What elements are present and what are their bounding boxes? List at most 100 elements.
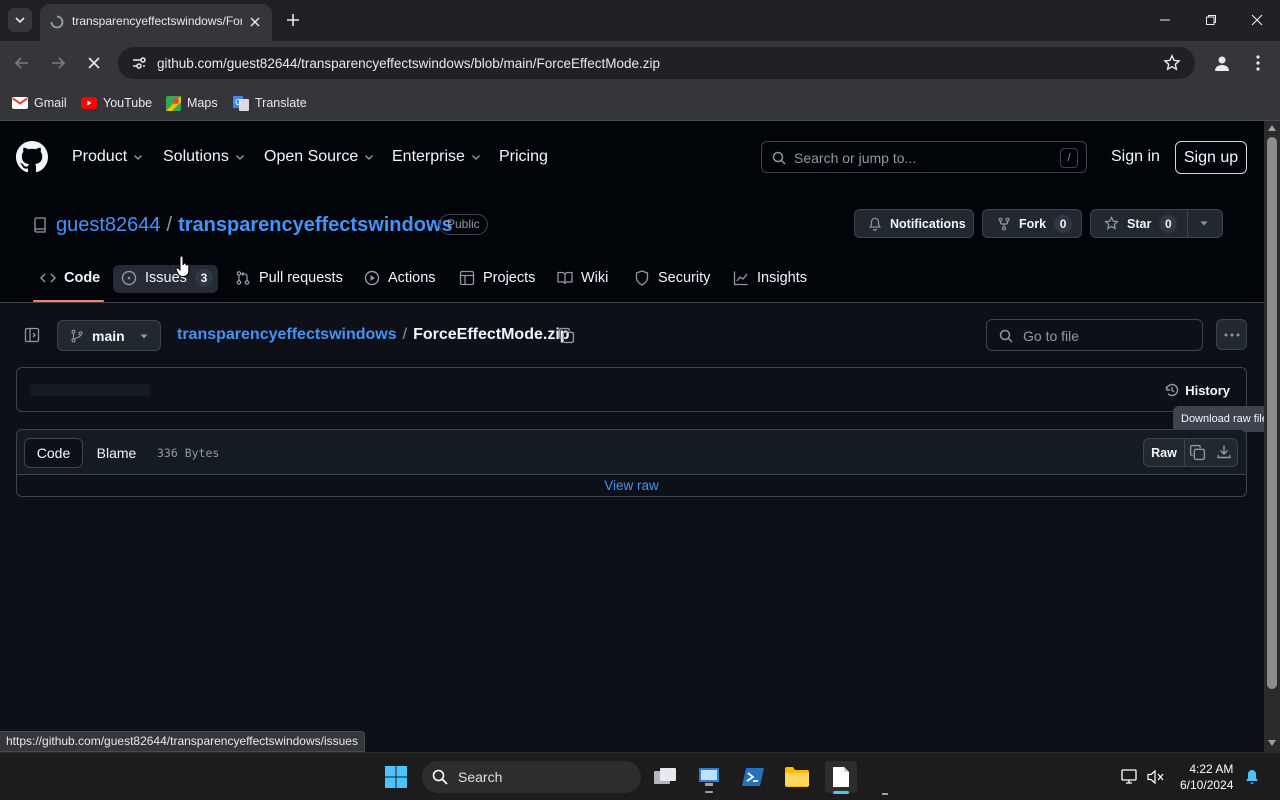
code-view-tab[interactable]: Code [24,438,83,468]
nav-label: Open Source [264,148,359,165]
search-input[interactable]: Search or jump to... / [761,141,1087,173]
repo-name-link[interactable]: transparencyeffectswindows [178,214,453,237]
fork-button[interactable]: Fork 0 [982,209,1082,238]
download-icon[interactable] [1216,444,1232,460]
taskbar-app-notepad[interactable] [825,761,857,794]
star-dropdown-icon[interactable] [1199,218,1209,228]
volume-muted-icon [1147,769,1164,785]
bookmark-youtube[interactable]: YouTube [81,93,152,113]
scroll-down-arrow-icon[interactable] [1268,740,1276,746]
minimize-window-button[interactable] [1142,0,1188,40]
chevron-down-icon [134,155,143,160]
tab-security[interactable]: Security [634,262,710,294]
view-raw-link[interactable]: View raw [17,478,1246,493]
browser-tab-bar: transparencyeffectswindows/ForceEffectMo… [0,0,1280,41]
maps-icon [166,95,181,111]
task-view-icon [654,768,676,784]
tab-wiki[interactable]: Wiki [557,262,608,294]
browser-tab-active[interactable]: transparencyeffectswindows/ForceEffectMo… [40,4,272,41]
tab-search-button[interactable] [8,8,32,32]
branch-selector[interactable]: main [57,320,161,351]
bookmark-label: Maps [187,96,218,110]
taskbar-clock[interactable]: 4:22 AM 6/10/2024 [1180,761,1233,793]
browser-menu-button[interactable] [1244,49,1272,77]
kebab-menu-icon [1256,55,1260,71]
clock-time: 4:22 AM [1189,762,1234,776]
bookmark-star-icon[interactable] [1163,54,1181,72]
close-icon [88,57,100,69]
go-to-file-input[interactable]: Go to file [986,319,1203,351]
star-button[interactable]: Star 0 [1090,209,1223,238]
bookmark-translate[interactable]: G Translate [233,93,307,113]
tab-label: Actions [388,270,436,286]
site-settings-icon[interactable] [130,54,148,72]
file-viewer-header: Code Blame 336 Bytes Raw [17,430,1246,475]
taskbar-app-file-explorer[interactable] [781,761,813,793]
raw-button[interactable]: Raw [1144,439,1185,466]
repo-owner-link[interactable]: guest82644 [56,214,161,237]
tab-issues[interactable]: Issues 3 [121,262,213,294]
forward-button[interactable] [44,49,72,77]
repo-header: guest82644 / transparencyeffectswindows … [0,193,1264,303]
stop-loading-button[interactable] [80,49,108,77]
copy-raw-icon[interactable] [1189,444,1206,461]
kebab-horizontal-icon [1224,333,1239,336]
copy-path-icon[interactable] [558,327,575,344]
restore-window-button[interactable] [1188,0,1234,40]
pull-request-icon [236,271,250,285]
nav-pricing[interactable]: Pricing [499,148,548,166]
notifications-label: Notifications [890,216,966,231]
tray-network[interactable] [1118,761,1142,793]
fork-label: Fork [1019,216,1047,231]
nav-open-source[interactable]: Open Source [264,148,375,166]
tab-actions[interactable]: Actions [364,262,436,294]
close-window-button[interactable] [1234,0,1280,40]
sidebar-toggle-icon[interactable] [24,327,40,343]
nav-solutions[interactable]: Solutions [163,148,246,166]
tab-code[interactable]: Code [40,262,100,294]
profile-button[interactable] [1208,49,1236,77]
taskbar-search-label: Search [458,769,503,785]
arrow-left-icon [14,57,28,69]
nav-enterprise[interactable]: Enterprise [392,148,482,166]
tab-insights[interactable]: Insights [733,262,807,294]
scroll-up-arrow-icon[interactable] [1268,125,1276,131]
notifications-button[interactable]: Notifications [854,209,974,238]
bookmark-maps[interactable]: Maps [166,93,218,113]
notifications-center[interactable] [1240,761,1264,793]
back-button[interactable] [8,49,36,77]
loading-favicon-icon [50,15,64,29]
clock-date: 6/10/2024 [1180,778,1234,792]
address-bar[interactable]: github.com/guest82644/transparencyeffect… [118,47,1195,79]
minimize-icon [1160,19,1170,21]
bookmark-gmail[interactable]: Gmail [12,93,67,113]
taskbar-search[interactable]: Search [422,761,641,793]
taskbar-app-control-panel[interactable] [693,761,725,793]
scrollbar-thumb[interactable] [1267,137,1277,689]
github-header: Product Solutions Open Source Enterprise… [0,121,1264,193]
nav-product[interactable]: Product [72,148,144,166]
task-view-button[interactable] [649,761,681,793]
monitor-network-icon [1121,769,1137,784]
shield-icon [635,270,649,286]
branch-icon [70,329,84,343]
github-logo-icon[interactable] [16,141,48,173]
sign-up-button[interactable]: Sign up [1175,141,1247,174]
history-button[interactable]: History [1164,382,1230,398]
tab-projects[interactable]: Projects [459,262,535,294]
more-options-button[interactable] [1216,319,1247,350]
graph-icon [733,271,748,286]
search-icon [999,329,1013,343]
taskbar-app-powershell[interactable] [737,761,769,793]
close-tab-icon[interactable] [246,13,264,31]
page-scrollbar[interactable] [1264,121,1280,752]
new-tab-button[interactable] [282,9,304,31]
tab-label: Projects [483,270,536,286]
tray-volume[interactable] [1144,761,1168,793]
breadcrumb-repo-link[interactable]: transparencyeffectswindows [177,326,397,344]
tab-pull-requests[interactable]: Pull requests [235,262,343,294]
blame-view-tab[interactable]: Blame [83,438,150,468]
sign-in-link[interactable]: Sign in [1111,148,1160,166]
file-actions-group: Raw [1143,438,1238,467]
start-button[interactable] [380,761,412,793]
